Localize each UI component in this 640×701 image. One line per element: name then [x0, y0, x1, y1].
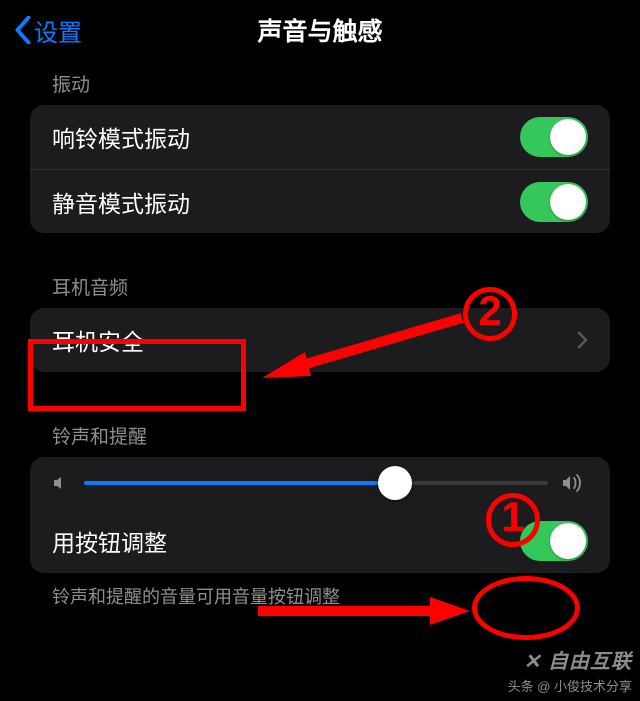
- speaker-low-icon: [52, 474, 70, 492]
- section-footer-ringer: 铃声和提醒的音量可用音量按钮调整: [0, 573, 640, 609]
- row-headphone-safety[interactable]: 耳机安全: [30, 308, 610, 372]
- row-label: 用按钮调整: [52, 524, 167, 558]
- watermark: ✕ 自由互联 头条 @ 小俊技术分享: [508, 645, 632, 695]
- row-change-with-buttons[interactable]: 用按钮调整: [30, 509, 610, 573]
- section-header-ringer: 铃声和提醒: [0, 412, 640, 457]
- row-silent-vibrate[interactable]: 静音模式振动: [30, 169, 610, 233]
- toggle-ring-vibrate[interactable]: [520, 117, 588, 157]
- watermark-logo: ✕ 自由互联: [524, 645, 632, 674]
- row-label: 静音模式振动: [52, 185, 190, 219]
- toggle-change-with-buttons[interactable]: [520, 521, 588, 561]
- group-headphone: 耳机安全: [30, 308, 610, 372]
- chevron-right-icon: [577, 331, 588, 349]
- back-label: 设置: [34, 13, 82, 48]
- chevron-left-icon: [14, 16, 32, 44]
- nav-bar: 设置 声音与触感: [0, 0, 640, 60]
- volume-slider-row: [30, 457, 610, 509]
- watermark-sub: 头条 @ 小俊技术分享: [508, 676, 632, 695]
- volume-slider[interactable]: [84, 481, 548, 485]
- toggle-silent-vibrate[interactable]: [520, 182, 588, 222]
- back-button[interactable]: 设置: [14, 13, 82, 48]
- page-title: 声音与触感: [0, 12, 640, 48]
- group-vibration: 响铃模式振动 静音模式振动: [30, 105, 610, 233]
- row-label: 耳机安全: [52, 323, 144, 357]
- speaker-high-icon: [562, 473, 588, 493]
- row-label: 响铃模式振动: [52, 120, 190, 154]
- section-header-vibration: 振动: [0, 60, 640, 105]
- row-ring-vibrate[interactable]: 响铃模式振动: [30, 105, 610, 169]
- group-ringer: 用按钮调整: [30, 457, 610, 573]
- section-header-headphone: 耳机音频: [0, 263, 640, 308]
